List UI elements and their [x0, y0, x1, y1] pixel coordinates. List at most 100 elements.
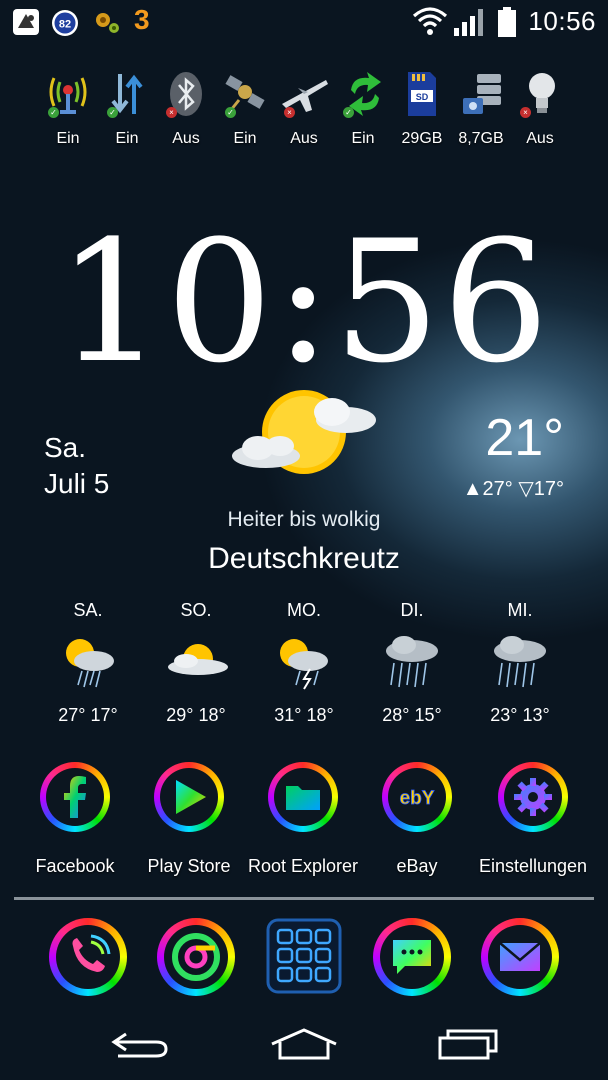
toggle-label: 8,7GB: [458, 130, 504, 147]
sync-icon: ✓: [343, 70, 383, 118]
rain-cloud-icon: [382, 631, 442, 691]
recent-apps-button[interactable]: [436, 1024, 516, 1064]
temperature-high-low: ▲27° ▽17°: [462, 478, 564, 500]
sun-cloud-rain-icon: [58, 631, 118, 691]
dock-messaging[interactable]: [372, 918, 452, 998]
app-icon-ring: [157, 918, 235, 996]
toggle-off-badge: ×: [166, 107, 177, 118]
app-icon-ring: [40, 762, 110, 832]
weather-condition: Heiter bis wolkig: [227, 508, 381, 531]
forecast-day[interactable]: SO. 29° 18°: [146, 600, 246, 726]
forecast-temps: 23° 13°: [490, 705, 550, 725]
sun-cloud-weather-icon[interactable]: [228, 380, 388, 495]
wifi-icon: [412, 6, 448, 41]
forecast-day-label: MO.: [287, 600, 321, 620]
ebay-icon: ebY: [399, 788, 435, 810]
toggle-label: Aus: [172, 130, 200, 147]
email-icon: [499, 942, 541, 971]
recent-apps-icon: [438, 1029, 498, 1060]
internal-storage-icon: [461, 70, 501, 118]
app-icon-ring: [481, 918, 559, 996]
toggle-gps[interactable]: ✓ Ein: [217, 70, 273, 148]
forecast-day-label: MI.: [507, 600, 533, 620]
gps-satellite-icon: ✓: [225, 70, 265, 118]
weather-location[interactable]: Deutschkreutz: [0, 542, 608, 576]
quick-toggle-row: ✓ Ein ✓ Ein × Aus ✓ Ein × Aus ✓ Ein SD 2…: [36, 70, 576, 150]
settings-gear-icon: [514, 778, 552, 816]
sd-card-storage[interactable]: SD 29GB: [394, 70, 450, 148]
toggle-mobile-network[interactable]: ✓ Ein: [40, 70, 96, 148]
dock-email[interactable]: [480, 918, 560, 998]
facebook-icon: [64, 776, 86, 818]
sun-cloud-icon: [166, 631, 228, 691]
app-icon-ring: ebY: [382, 762, 452, 832]
data-arrows-icon: ✓: [107, 70, 147, 118]
app-icon-ring: [498, 762, 568, 832]
app-facebook[interactable]: Facebook: [18, 762, 132, 877]
forecast-temps: 31° 18°: [274, 705, 334, 725]
back-button[interactable]: [104, 1024, 184, 1064]
forecast-temps: 28° 15°: [382, 705, 442, 725]
folder-icon: [286, 786, 320, 810]
battery-icon: [496, 6, 518, 43]
status-bar: 82 3 10:56: [0, 0, 608, 44]
app-ebay[interactable]: ebY eBay: [360, 762, 474, 877]
app-label: Facebook: [35, 856, 115, 876]
sun-cloud-storm-icon: [274, 631, 334, 691]
rain-cloud-icon: [490, 631, 550, 691]
forecast-day-label: DI.: [400, 600, 424, 620]
app-play-store[interactable]: Play Store: [132, 762, 246, 877]
toggle-label: Aus: [526, 130, 554, 147]
forecast-day[interactable]: SA. 27° 17°: [38, 600, 138, 726]
toggle-on-badge: ✓: [107, 107, 118, 118]
toggle-auto-sync[interactable]: ✓ Ein: [335, 70, 391, 148]
app-icon-ring: [49, 918, 127, 996]
airplane-icon: ×: [282, 70, 328, 118]
app-label: Play Store: [147, 856, 231, 876]
battery-badge-text: 82: [59, 19, 71, 31]
messaging-icon: [393, 940, 431, 974]
svg-text:SD: SD: [416, 92, 429, 102]
forecast-day-label: SO.: [180, 600, 212, 620]
app-icon-ring: [154, 762, 224, 832]
toggle-off-badge: ×: [284, 107, 295, 118]
current-temperature: 21°: [485, 409, 564, 467]
toggle-airplane-mode[interactable]: × Aus: [276, 70, 332, 148]
settings-gears-icon: [92, 8, 122, 41]
clock-widget[interactable]: 10:56: [0, 212, 608, 392]
toggle-on-badge: ✓: [225, 107, 236, 118]
toggle-off-badge: ×: [520, 107, 531, 118]
app-label: Root Explorer: [247, 856, 359, 876]
notification-app-icon: [12, 8, 40, 41]
antenna-icon: ✓: [48, 70, 88, 118]
toggle-flashlight[interactable]: × Aus: [512, 70, 568, 148]
app-settings[interactable]: Einstellungen: [476, 762, 590, 877]
toggle-mobile-data[interactable]: ✓ Ein: [99, 70, 155, 148]
battery-level-badge: 82: [50, 8, 80, 43]
toggle-label: Ein: [56, 130, 80, 147]
home-icon: [271, 1028, 337, 1060]
forecast-day[interactable]: DI. 28° 15°: [362, 600, 462, 726]
app-icon-ring: [268, 762, 338, 832]
toggle-label: Ein: [115, 130, 139, 147]
dock-chrome[interactable]: [156, 918, 236, 998]
dock-app-drawer[interactable]: [266, 918, 346, 998]
internal-storage[interactable]: 8,7GB: [453, 70, 509, 148]
toggle-bluetooth[interactable]: × Aus: [158, 70, 214, 148]
app-drawer-icon: [266, 918, 342, 994]
app-root-explorer[interactable]: Root Explorer: [246, 762, 360, 877]
flashlight-bulb-icon: ×: [520, 70, 560, 118]
forecast-day[interactable]: MI. 23° 13°: [470, 600, 570, 726]
signal-strength-icon: [452, 6, 488, 43]
status-bar-time: 10:56: [528, 6, 596, 36]
carrier-3-icon: 3: [134, 4, 150, 35]
forecast-day[interactable]: MO. 31° 18°: [254, 600, 354, 726]
toggle-label: Aus: [290, 130, 318, 147]
sd-card-icon: SD: [402, 70, 442, 118]
dock-phone[interactable]: [48, 918, 128, 998]
date-weekday: Sa.: [44, 432, 87, 463]
toggle-label: Ein: [233, 130, 257, 147]
home-button[interactable]: [268, 1024, 348, 1064]
toggle-on-badge: ✓: [48, 107, 59, 118]
toggle-label: Ein: [351, 130, 375, 147]
